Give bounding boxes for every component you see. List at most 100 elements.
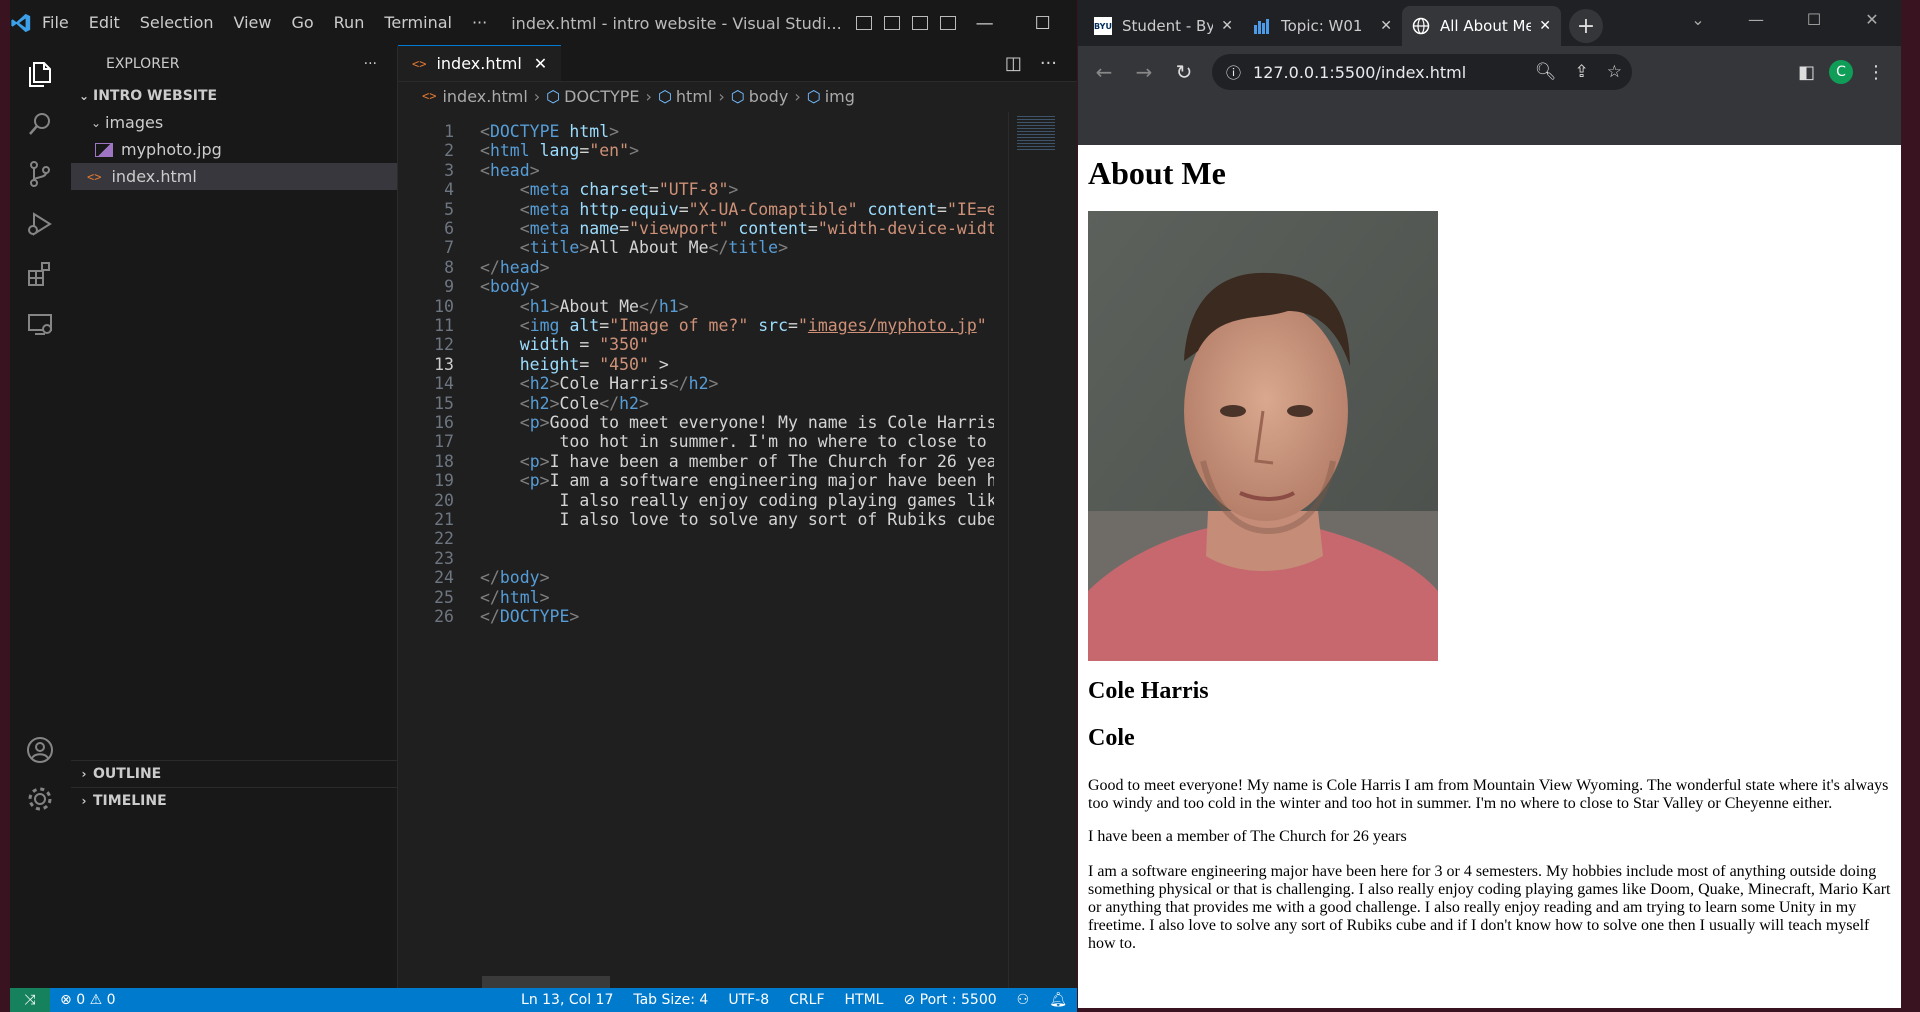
remote-indicator-icon[interactable]: ⤨ [10,988,50,1012]
html-file-icon: <> [422,89,437,103]
chevron-right-icon: › [81,794,87,808]
toggle-sidebar-icon[interactable] [855,16,872,30]
tab-label: Topic: W01 [1281,17,1363,35]
close-tab-icon[interactable]: ✕ [1539,18,1551,34]
breadcrumb-html[interactable]: html [676,87,712,106]
line-ending[interactable]: CRLF [779,992,834,1008]
tab-label: index.html [436,54,522,73]
split-editor-icon[interactable]: ◫ [1005,53,1022,74]
line-number: 26 [434,607,454,626]
minimap[interactable] [1008,112,1063,988]
source-control-icon[interactable] [24,158,56,190]
zoom-icon[interactable]: 🔍︎ [1535,62,1557,82]
menu-edit[interactable]: Edit [79,0,130,46]
folder-intro-website[interactable]: ⌄ INTRO WEBSITE [71,82,397,109]
file-label: myphoto.jpg [121,140,222,159]
menu-terminal[interactable]: Terminal [374,0,462,46]
tab-index-html[interactable]: <> index.html ✕ [398,45,562,81]
menu-more[interactable]: ··· [462,0,497,46]
explorer-more-icon[interactable]: ··· [364,56,377,72]
browser-tab-topic[interactable]: Topic: W01 ✕ [1243,6,1402,46]
close-window-icon[interactable]: ✕ [1072,13,1077,34]
folder-images[interactable]: ⌄ images [71,109,397,136]
bookmark-star-icon[interactable]: ☆ [1607,62,1622,82]
share-icon[interactable]: ⇪ [1575,62,1589,82]
profile-photo [1088,211,1438,661]
breadcrumb-file[interactable]: index.html [442,87,527,106]
maximize-icon[interactable]: ☐ [1785,0,1843,40]
language-mode[interactable]: HTML [835,992,894,1008]
new-tab-plus-icon[interactable]: + [1569,9,1603,43]
run-debug-icon[interactable] [24,208,56,240]
tab-size[interactable]: Tab Size: 4 [623,992,718,1008]
folder-label: INTRO WEBSITE [93,87,218,104]
notifications-bell-icon[interactable]: 🔔︎ [1039,992,1077,1008]
timeline-section[interactable]: › TIMELINE [71,787,397,814]
close-window-icon[interactable]: ✕ [1843,0,1901,40]
editor-tabbar: <> index.html ✕ ◫ ··· [398,45,1077,82]
side-panel-icon[interactable]: ◧ [1798,62,1815,83]
code-text: </DOCTYPE> [480,607,580,626]
browser-tab-about[interactable]: All About Me ✕ [1402,6,1561,46]
breadcrumb-img[interactable]: img [825,87,855,106]
problems-indicator[interactable]: ⊗ 0 ⚠ 0 [50,992,126,1008]
breadcrumb-body[interactable]: body [749,87,789,106]
back-arrow-icon[interactable]: ← [1084,60,1124,84]
close-tab-icon[interactable]: ✕ [534,54,547,73]
feedback-icon[interactable]: ⚇ [1007,992,1040,1008]
profile-avatar[interactable]: C [1829,60,1853,84]
browser-tabstrip: BYU Student - By ✕ Topic: W01 ✕ All Abou… [1078,0,1901,46]
window-title: index.html - intro website - Visual Stud… [511,13,842,33]
breadcrumb-doctype[interactable]: DOCTYPE [564,87,639,106]
explorer-files-icon[interactable] [24,58,56,90]
warning-icon: ⚠ [89,992,103,1008]
chart-bars-icon [1253,17,1271,35]
minimize-icon[interactable]: — [956,13,1014,34]
name-heading: Cole Harris [1088,678,1209,704]
remote-explorer-icon[interactable] [24,308,56,340]
settings-gear-icon[interactable] [24,783,56,815]
page-heading: About Me [1088,155,1226,191]
element-icon: ⬡ [657,86,672,106]
horizontal-scrollbar[interactable] [482,976,610,988]
extensions-icon[interactable] [24,258,56,290]
tab-search-chevron-icon[interactable]: ⌄ [1669,0,1727,40]
editor-area: <> index.html ✕ ◫ ··· <> index.html › ⬡ … [398,45,1077,988]
menu-go[interactable]: Go [281,0,323,46]
toggle-panel-icon[interactable] [883,16,900,30]
search-icon[interactable] [24,108,56,140]
vertical-scrollbar[interactable] [1065,112,1077,988]
bookmarks-bar [1078,98,1901,145]
cursor-position[interactable]: Ln 13, Col 17 [511,992,623,1008]
editor-more-icon[interactable]: ··· [1040,53,1057,74]
browser-tab-student[interactable]: BYU Student - By ✕ [1084,6,1243,46]
menu-file[interactable]: File [32,0,79,46]
close-tab-icon[interactable]: ✕ [1380,18,1392,34]
customize-layout-icon[interactable] [939,16,956,30]
reload-icon[interactable]: ↻ [1164,60,1204,84]
url-text: 127.0.0.1:5500/index.html [1253,62,1467,82]
accounts-icon[interactable] [24,734,56,766]
address-bar[interactable]: ⓘ 127.0.0.1:5500/index.html 🔍︎ ⇪ ☆ [1212,54,1632,90]
menu-selection[interactable]: Selection [130,0,224,46]
code-line[interactable]: 26 </DOCTYPE> [398,605,994,629]
maximize-icon[interactable]: ☐ [1014,13,1072,34]
menu-run[interactable]: Run [324,0,375,46]
chrome-menu-icon[interactable]: ⋮ [1867,62,1885,83]
site-info-icon[interactable]: ⓘ [1226,62,1241,83]
encoding[interactable]: UTF-8 [718,992,779,1008]
toggle-secondary-sidebar-icon[interactable] [911,16,928,30]
code-editor[interactable]: 1 <DOCTYPE html> 2 <html lang="en"> 3 <head> 4… [398,112,994,988]
chrome-window: BYU Student - By ✕ Topic: W01 ✕ All Abou… [1078,0,1901,1008]
short-name-heading: Cole [1088,725,1135,751]
element-icon: ⬡ [806,86,821,106]
outline-section[interactable]: › OUTLINE [71,760,397,787]
forward-arrow-icon[interactable]: → [1124,60,1164,84]
menu-view[interactable]: View [224,0,282,46]
file-index-html[interactable]: <> index.html [71,163,397,190]
close-tab-icon[interactable]: ✕ [1221,18,1233,34]
live-server-port[interactable]: ⊘ Port : 5500 [893,992,1006,1008]
minimize-icon[interactable]: — [1727,0,1785,40]
hobbies-paragraph: I am a software engineering major have b… [1088,863,1891,952]
file-myphoto[interactable]: myphoto.jpg [71,136,397,163]
